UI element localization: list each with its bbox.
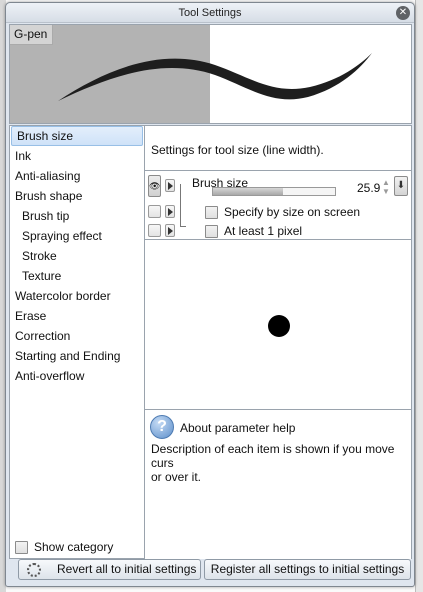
stroke-preview-graphic [58,53,372,101]
brush-size-slider[interactable] [212,187,336,196]
help-question-icon: ? [150,415,174,439]
tree-connector-end [180,226,186,227]
specify-by-screen-option[interactable]: Specify by size on screen [205,204,360,220]
category-list: Brush size Ink Anti-aliasing Brush shape Bru… [9,125,145,559]
brush-dot [268,315,290,337]
expand-option-button[interactable] [165,205,175,218]
tool-name-label: G-pen [10,25,54,45]
brush-size-preview [145,243,411,409]
pin-icon[interactable]: ⬇ [394,176,408,196]
category-item-erase[interactable]: Erase [10,306,144,326]
option-toggle-box[interactable] [148,205,161,218]
settings-panel: Settings for tool size (line width). 👁 B… [145,125,412,559]
category-item-texture[interactable]: Texture [10,266,144,286]
brush-stroke-preview: G-pen [9,24,412,124]
tree-connector [180,184,181,226]
close-button[interactable]: ✕ [396,6,410,20]
checkbox-icon[interactable] [205,205,218,219]
category-item-anti-aliasing[interactable]: Anti-aliasing [10,166,144,186]
parameter-help-area: ? About parameter help Description of ea… [145,409,411,559]
background-right-edge [415,0,423,592]
revert-all-label: Revert all to initial settings [57,562,197,576]
category-item-brush-shape[interactable]: Brush shape [10,186,144,206]
at-least-one-pixel-option[interactable]: At least 1 pixel [205,223,302,239]
show-category-checkbox[interactable]: Show category [15,539,113,555]
category-item-brush-size[interactable]: Brush size [11,126,143,146]
panel-description: Settings for tool size (line width). [151,143,324,157]
register-all-label: Register all settings to initial setting… [210,562,405,576]
spin-arrows-icon[interactable]: ▲ ▼ [381,178,391,198]
category-item-correction[interactable]: Correction [10,326,144,346]
revert-all-button[interactable]: Revert all to initial settings [18,559,201,580]
eye-icon[interactable]: 👁 [148,175,161,197]
category-item-spraying-effect[interactable]: Spraying effect [10,226,144,246]
expand-option-button[interactable] [165,224,175,237]
revert-icon [27,563,41,577]
close-icon: ✕ [398,7,408,18]
expand-brush-size-button[interactable] [165,179,175,192]
at-least-one-pixel-label: At least 1 pixel [224,224,303,238]
category-item-anti-overflow[interactable]: Anti-overflow [10,366,144,386]
brush-size-value[interactable]: 25.9 [357,181,380,195]
category-item-stroke[interactable]: Stroke [10,246,144,266]
help-text: Description of each item is shown if you… [151,442,395,484]
category-item-brush-tip[interactable]: Brush tip [10,206,144,226]
checkbox-icon[interactable] [15,540,28,554]
option-toggle-box[interactable] [148,224,161,237]
checkbox-icon[interactable] [205,224,218,238]
category-items: Brush size Ink Anti-aliasing Brush shape Bru… [10,126,144,386]
tool-settings-window: Tool Settings ✕ G-pen Brush size Ink Anti-… [5,2,415,587]
category-item-watercolor-border[interactable]: Watercolor border [10,286,144,306]
show-category-label: Show category [34,540,114,554]
window-title: Tool Settings [178,7,242,19]
specify-by-screen-label: Specify by size on screen [224,205,361,219]
category-item-starting-and-ending[interactable]: Starting and Ending [10,346,144,366]
category-item-ink[interactable]: Ink [10,146,144,166]
brush-size-slider-fill [213,188,283,195]
brush-size-settings: 👁 Brush size 25.9 ▲ ▼ ⬇ Specify by size o… [145,170,411,240]
register-all-button[interactable]: Register all settings to initial setting… [204,559,411,580]
window-titlebar[interactable]: Tool Settings ✕ [6,3,414,23]
help-title: About parameter help [180,421,296,435]
